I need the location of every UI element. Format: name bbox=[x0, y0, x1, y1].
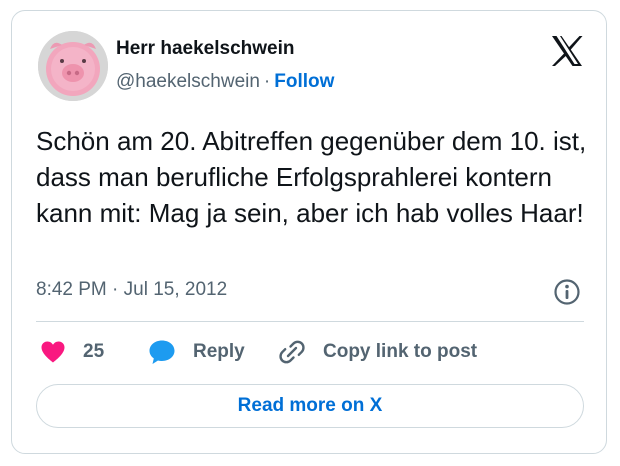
crochet-pig-avatar-image bbox=[38, 31, 108, 101]
follow-button[interactable]: Follow bbox=[274, 71, 334, 92]
separator-dot: · bbox=[263, 71, 271, 92]
author-display-name[interactable]: Herr haekelschwein bbox=[116, 38, 294, 60]
like-count: 25 bbox=[83, 341, 105, 362]
reply-button[interactable]: Reply bbox=[148, 337, 245, 367]
like-button[interactable]: 25 bbox=[40, 337, 104, 367]
author-handle[interactable]: @haekelschwein bbox=[116, 71, 260, 92]
divider bbox=[36, 321, 584, 322]
copy-link-button[interactable]: Copy link to post bbox=[278, 337, 477, 367]
reply-label: Reply bbox=[193, 341, 245, 362]
tweet-timestamp[interactable]: 8:42 PM · Jul 15, 2012 bbox=[36, 279, 227, 301]
tweet-card: Herr haekelschwein @haekelschwein · Follow… bbox=[11, 10, 607, 454]
heart-icon bbox=[41, 341, 65, 363]
copy-link-label: Copy link to post bbox=[323, 341, 478, 362]
speech-bubble-icon bbox=[149, 340, 175, 364]
avatar[interactable] bbox=[38, 31, 108, 101]
tweet-text: Schön am 20. Abitreffen gegenüber dem 10… bbox=[36, 126, 587, 228]
x-logo-icon[interactable] bbox=[550, 35, 584, 67]
author-handle-row: @haekelschwein · Follow bbox=[116, 71, 334, 93]
link-icon bbox=[279, 340, 305, 364]
info-icon[interactable] bbox=[553, 278, 581, 306]
read-more-button[interactable]: Read more on X bbox=[36, 384, 584, 428]
